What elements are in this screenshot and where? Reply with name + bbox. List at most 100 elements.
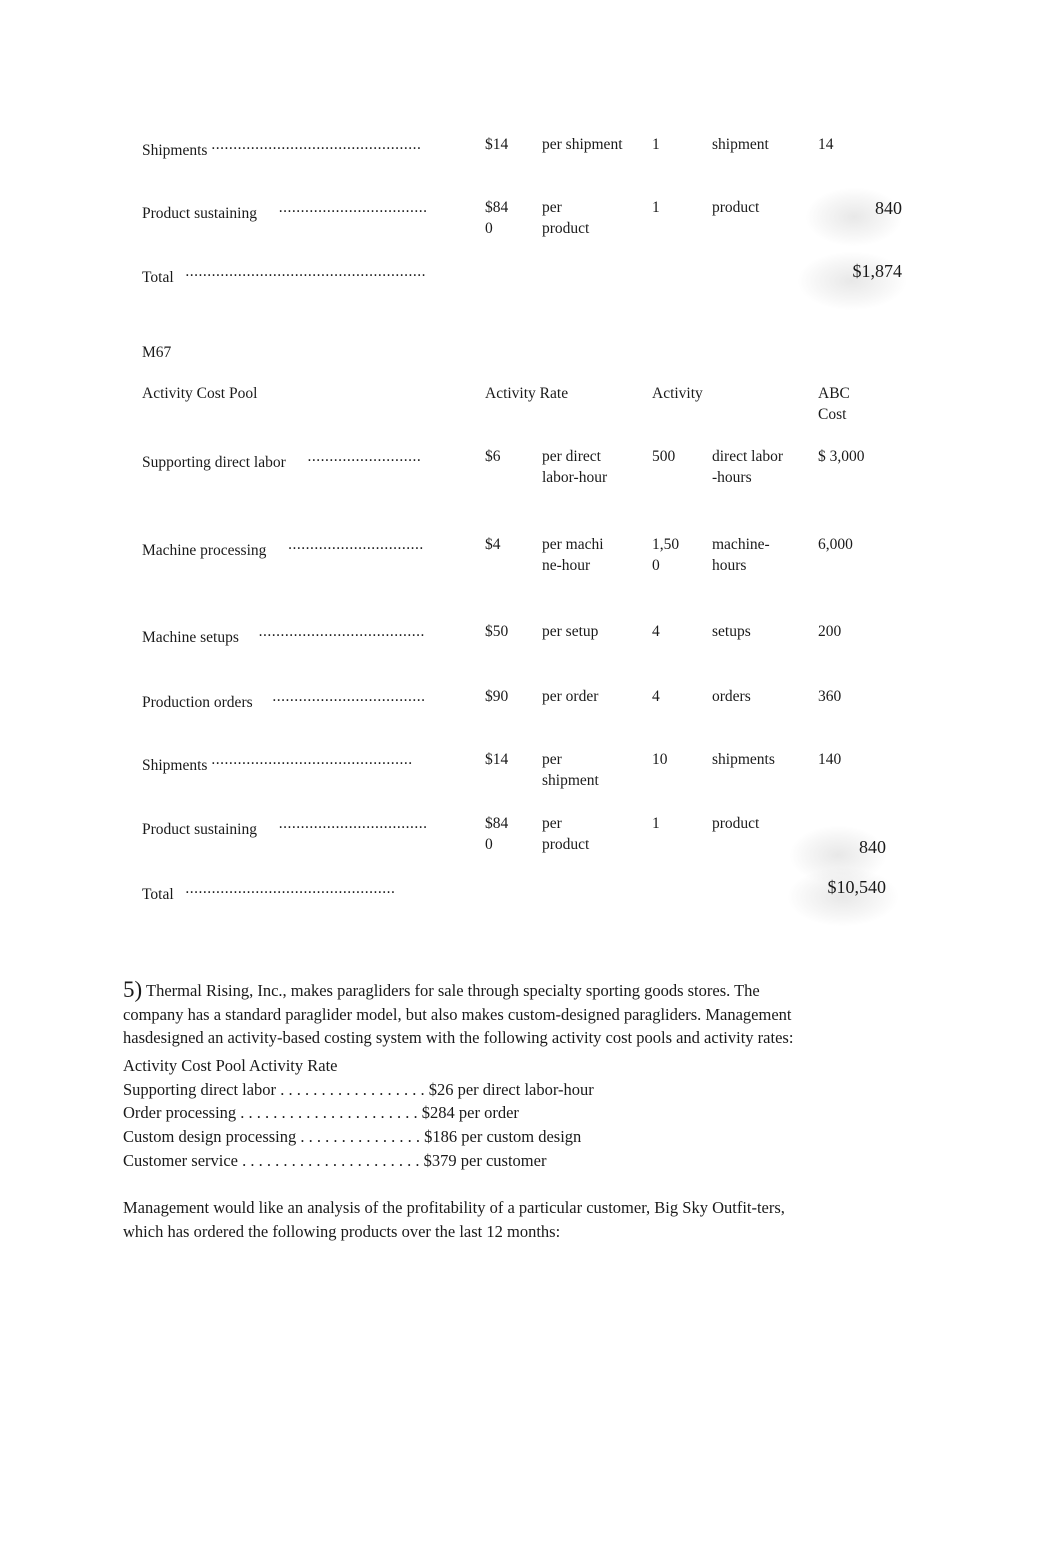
row-label: Production orders (142, 694, 253, 711)
row-rate: $14 (485, 136, 509, 153)
row-label: Shipments (142, 757, 208, 774)
dot-leader: . . . . . . . . . . . . . . . (300, 1127, 420, 1146)
row-label-cell: Machine setups .........................… (142, 621, 442, 648)
row-rate-unit: per setup (542, 623, 599, 640)
row-label: Product sustaining (142, 205, 257, 222)
row-label-cell: Production orders ......................… (142, 686, 442, 713)
row-abc-cost: 200 (818, 623, 842, 640)
dot-leader: ................................... (272, 688, 426, 705)
dot-leader: . . . . . . . . . . . . . . . . . . (280, 1080, 425, 1099)
row-rate: $6 (485, 448, 501, 465)
row-rate-unit: per direct labor-hour (542, 448, 608, 486)
row-abc-cost: 14 (818, 136, 834, 153)
row-activity-unit: shipment (712, 136, 769, 153)
row-rate-unit: per order (542, 688, 599, 705)
document-page: Shipments ..............................… (0, 0, 1062, 1561)
dot-leader: ........................................… (185, 263, 427, 280)
row-activity: 1,500 (652, 536, 680, 574)
rate-list-item: Custom design processing . . . . . . . .… (123, 1125, 581, 1149)
total-label: Total (142, 886, 174, 903)
header-abc-cost: ABC Cost (818, 385, 850, 423)
row-rate-unit: per product (542, 815, 590, 853)
row-abc-cost: 140 (818, 751, 842, 768)
dot-leader: ............................... (288, 536, 424, 553)
row-label-cell: Shipments ..............................… (142, 749, 442, 776)
dot-leader: ........................................… (211, 751, 413, 768)
row-rate: $840 (485, 199, 509, 237)
row-label-cell: Supporting direct labor ................… (142, 446, 442, 473)
total-label-cell: Total ..................................… (142, 261, 442, 288)
row-activity: 4 (652, 623, 660, 640)
total-label: Total (142, 269, 174, 286)
section-title-m67: M67 (142, 344, 172, 361)
question-5-text: Thermal Rising, Inc., makes paragliders … (123, 981, 794, 1047)
row-rate: $90 (485, 688, 509, 705)
dot-leader: .......................... (307, 448, 422, 465)
row-activity: 1 (652, 199, 660, 216)
row-label-cell: Machine processing .....................… (142, 534, 442, 561)
row-activity: 10 (652, 751, 668, 768)
question-5-paragraph: 5) Thermal Rising, Inc., makes paraglide… (123, 978, 823, 1050)
dot-leader: ........................................… (185, 880, 396, 897)
rate-list-item: Customer service . . . . . . . . . . . .… (123, 1149, 546, 1173)
rate-list-value: $26 per direct labor-hour (428, 1080, 594, 1099)
row-activity-unit: product (712, 815, 760, 832)
row-abc-cost: $ 3,000 (818, 448, 865, 465)
total-label-cell: Total ..................................… (142, 878, 442, 905)
row-activity-unit: machine-hours (712, 536, 770, 574)
rate-list-label: Order processing (123, 1103, 237, 1122)
row-abc-cost: 360 (818, 688, 842, 705)
row-activity-unit: orders (712, 688, 751, 705)
row-label-cell: Shipments ..............................… (142, 134, 442, 161)
row-activity: 1 (652, 815, 660, 832)
question-5-subheading: Activity Cost Pool Activity Rate (123, 1056, 338, 1075)
row-label: Machine setups (142, 629, 239, 646)
row-abc-cost-emphasis: 840 (859, 837, 886, 857)
rate-list-value: $379 per customer (423, 1151, 547, 1170)
rate-list-value: $186 per custom design (424, 1127, 582, 1146)
row-activity: 1 (652, 136, 660, 153)
question-number: 5) (123, 977, 143, 1002)
header-activity-rate: Activity Rate (485, 385, 569, 402)
row-abc-cost-emphasis: 840 (875, 198, 902, 218)
row-rate-unit: per machine-hour (542, 536, 604, 574)
row-label: Machine processing (142, 542, 267, 559)
row-rate-unit: per product (542, 199, 590, 237)
row-label: Product sustaining (142, 821, 257, 838)
dot-leader: . . . . . . . . . . . . . . . . . . . . … (242, 1151, 420, 1170)
dot-leader: .................................. (278, 199, 428, 216)
row-label-cell: Product sustaining .....................… (142, 813, 442, 840)
row-activity-unit: setups (712, 623, 751, 640)
row-rate-unit: per shipment (542, 136, 623, 153)
dot-leader: . . . . . . . . . . . . . . . . . . . . … (240, 1103, 418, 1122)
row-label-cell: Product sustaining .....................… (142, 197, 442, 224)
row-label: Supporting direct labor (142, 454, 286, 471)
row-label: Shipments (142, 142, 208, 159)
table-header-row: Activity Cost Pool Activity Rate Activit… (142, 383, 902, 425)
row-activity-unit: shipments (712, 751, 775, 768)
row-rate-unit: per shipment (542, 751, 599, 789)
row-rate: $4 (485, 536, 501, 553)
row-activity-unit: direct labor-hours (712, 448, 784, 486)
row-activity: 4 (652, 688, 660, 705)
rate-list-item: Supporting direct labor . . . . . . . . … (123, 1078, 594, 1102)
row-rate: $50 (485, 623, 509, 640)
dot-leader: ........................................… (211, 136, 422, 153)
row-activity-unit: product (712, 199, 760, 216)
rate-list-label: Custom design processing (123, 1127, 297, 1146)
total-abc-cost: $1,874 (852, 261, 903, 281)
rate-list-item: Order processing . . . . . . . . . . . .… (123, 1101, 519, 1125)
rate-list-label: Supporting direct labor (123, 1080, 277, 1099)
rate-list-label: Customer service (123, 1151, 239, 1170)
dot-leader: .................................. (278, 815, 428, 832)
row-abc-cost: 6,000 (818, 536, 853, 553)
header-activity: Activity (652, 385, 703, 402)
row-rate: $14 (485, 751, 509, 768)
question-5-closing-paragraph: Management would like an analysis of the… (123, 1198, 785, 1241)
dot-leader: ...................................... (258, 623, 425, 640)
row-rate: $840 (485, 815, 509, 853)
total-abc-cost: $10,540 (827, 877, 887, 897)
row-activity: 500 (652, 448, 676, 465)
header-cost-pool: Activity Cost Pool (142, 385, 258, 402)
rate-list-value: $284 per order (421, 1103, 519, 1122)
